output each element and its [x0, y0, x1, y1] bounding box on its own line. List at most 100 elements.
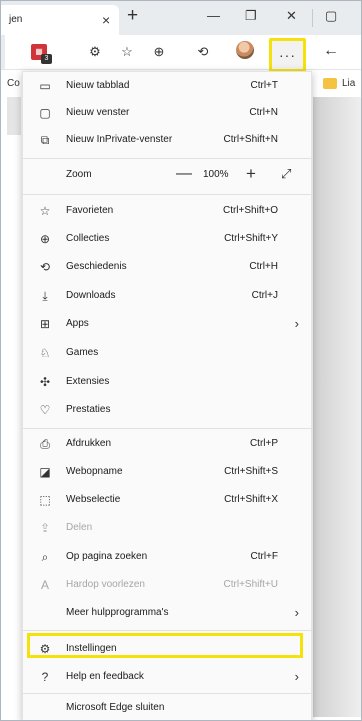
menu-item-downloads[interactable]: ⤓ Downloads Ctrl+J	[23, 282, 313, 310]
divider	[312, 9, 313, 27]
menu-item-label: Apps	[66, 318, 89, 329]
menu-item-label: Webselectie	[66, 494, 121, 505]
avatar[interactable]	[236, 41, 254, 59]
page-shade-right	[313, 97, 361, 717]
divider	[23, 158, 313, 159]
menu-item-close-edge[interactable]: Microsoft Edge sluiten	[23, 694, 313, 720]
collections-icon[interactable]: ⊕	[151, 44, 167, 60]
divider	[23, 428, 313, 429]
minimize-button[interactable]: —	[207, 8, 220, 23]
menu-item-shortcut: Ctrl+T	[250, 80, 279, 91]
print-icon: ⎙	[40, 437, 50, 451]
settings-highlight	[27, 633, 303, 658]
address-bar-edge	[1, 35, 5, 69]
menu-item-new-tab[interactable]: ▭ Nieuw tabblad Ctrl+T	[23, 72, 313, 100]
sidebar-toggle-icon[interactable]: ▢	[325, 8, 337, 24]
new-window-icon: ▢	[39, 106, 51, 120]
folder-icon	[323, 78, 337, 89]
menu-item-shortcut: Ctrl+Shift+Y	[224, 233, 278, 244]
menu-item-label: Afdrukken	[66, 438, 112, 449]
menu-item-shortcut: Ctrl+P	[249, 438, 278, 449]
extension-badge: 3	[41, 54, 52, 64]
menu-item-label: Collecties	[66, 233, 110, 244]
extensions-icon[interactable]: ⚙	[87, 44, 103, 60]
apps-icon: ⊞	[39, 317, 51, 331]
menu-item-extensions[interactable]: ✣ Extensies	[23, 368, 313, 396]
menu-item-share: ⇪ Delen	[23, 514, 313, 542]
menu-item-read-aloud: A Hardop voorlezen Ctrl+Shift+U	[23, 571, 313, 599]
tab-close-icon[interactable]: ×	[102, 12, 110, 28]
menu-item-shortcut: Ctrl+H	[249, 261, 278, 272]
zoom-out-button[interactable]: —	[176, 165, 192, 183]
menu-item-find[interactable]: ⌕ Op pagina zoeken Ctrl+F	[23, 543, 313, 571]
toolbar: ▦ 3 ⚙ ☆ ⊕ ⟲ ←	[1, 35, 361, 69]
menu-item-performance[interactable]: ♡ Prestaties	[23, 396, 313, 424]
fullscreen-icon[interactable]: ⤢	[281, 166, 291, 182]
divider	[23, 630, 313, 631]
menu-item-more-tools[interactable]: Meer hulpprogramma's ›	[23, 599, 313, 627]
menu-item-shortcut: Ctrl+Shift+N	[223, 134, 278, 145]
settings-and-more-button[interactable]: ···	[269, 38, 306, 72]
menu-item-label: Downloads	[66, 290, 116, 301]
menu-item-print[interactable]: ⎙ Afdrukken Ctrl+P	[23, 430, 313, 458]
favorites-item[interactable]: Co	[7, 78, 20, 89]
tab-active[interactable]: jen ×	[1, 5, 119, 35]
browser-window: jen × + — ❐ ✕ ▢ ▦ 3 ⚙ ☆ ⊕ ⟲ ← Co Lia ···…	[0, 0, 362, 721]
read-aloud-icon: A	[40, 578, 49, 592]
menu-item-label: Hardop voorlezen	[66, 579, 145, 590]
extensions-icon: ✣	[39, 375, 51, 389]
find-icon: ⌕	[41, 550, 49, 564]
performance-icon: ♡	[39, 403, 51, 417]
history-icon[interactable]: ⟲	[195, 44, 211, 60]
favorites-folder-label[interactable]: Lia	[342, 78, 355, 89]
menu-item-label: Op pagina zoeken	[66, 551, 148, 562]
chevron-right-icon: ›	[294, 605, 299, 620]
games-icon: ♘	[39, 346, 51, 360]
menu-item-collections[interactable]: ⊕ Collecties Ctrl+Shift+Y	[23, 225, 313, 253]
divider	[23, 194, 313, 195]
menu-item-shortcut: Ctrl+Shift+X	[224, 494, 278, 505]
zoom-in-button[interactable]: +	[246, 164, 256, 184]
menu-item-web-select[interactable]: ⬚ Webselectie Ctrl+Shift+X	[23, 486, 313, 514]
menu-item-games[interactable]: ♘ Games	[23, 339, 313, 367]
back-icon[interactable]: ←	[323, 42, 339, 60]
menu-item-label: Webopname	[66, 466, 123, 477]
menu-item-shortcut: Ctrl+Shift+U	[223, 579, 278, 590]
menu-item-shortcut: Ctrl+Shift+O	[222, 205, 278, 216]
web-capture-icon: ◪	[39, 465, 51, 479]
menu-item-label: Geschiedenis	[66, 261, 127, 272]
collections-icon: ⊕	[39, 232, 51, 246]
menu-item-label: Help en feedback	[66, 671, 144, 682]
help-icon: ?	[41, 670, 49, 684]
menu-item-inprivate[interactable]: ⧉ Nieuw InPrivate-venster Ctrl+Shift+N	[23, 126, 313, 154]
menu-item-help[interactable]: ? Help en feedback ›	[23, 663, 313, 691]
menu-item-history[interactable]: ⟲ Geschiedenis Ctrl+H	[23, 253, 313, 281]
tab-strip: jen × + — ❐ ✕ ▢	[1, 1, 361, 35]
menu-item-apps[interactable]: ⊞ Apps ›	[23, 310, 313, 338]
menu-item-label: Microsoft Edge sluiten	[66, 702, 165, 713]
menu-item-label: Nieuw InPrivate-venster	[66, 134, 173, 145]
page-shade	[7, 97, 21, 135]
menu-item-shortcut: Ctrl+Shift+S	[224, 466, 278, 477]
download-icon: ⤓	[42, 289, 48, 303]
menu-item-label: Favorieten	[66, 205, 114, 216]
menu-item-label: Prestaties	[66, 404, 111, 415]
menu-item-label: Zoom	[66, 169, 92, 180]
menu-item-label: Extensies	[66, 376, 110, 387]
favorites-icon: ☆	[39, 204, 51, 218]
menu-item-label: Nieuw venster	[66, 107, 130, 118]
web-select-icon: ⬚	[39, 493, 51, 507]
chevron-right-icon: ›	[294, 669, 299, 684]
menu-item-shortcut: Ctrl+F	[250, 551, 279, 562]
menu-item-shortcut: Ctrl+J	[251, 290, 278, 301]
menu-item-label: Games	[66, 347, 99, 358]
menu-item-label: Meer hulpprogramma's	[66, 607, 169, 618]
menu-item-web-capture[interactable]: ◪ Webopname Ctrl+Shift+S	[23, 458, 313, 486]
menu-item-favorites[interactable]: ☆ Favorieten Ctrl+Shift+O	[23, 197, 313, 225]
new-tab-button[interactable]: +	[127, 5, 138, 27]
favorites-icon[interactable]: ☆	[119, 44, 135, 60]
menu-item-new-window[interactable]: ▢ Nieuw venster Ctrl+N	[23, 99, 313, 127]
new-tab-icon: ▭	[39, 79, 51, 93]
restore-button[interactable]: ❐	[245, 8, 257, 24]
close-window-button[interactable]: ✕	[286, 8, 297, 24]
